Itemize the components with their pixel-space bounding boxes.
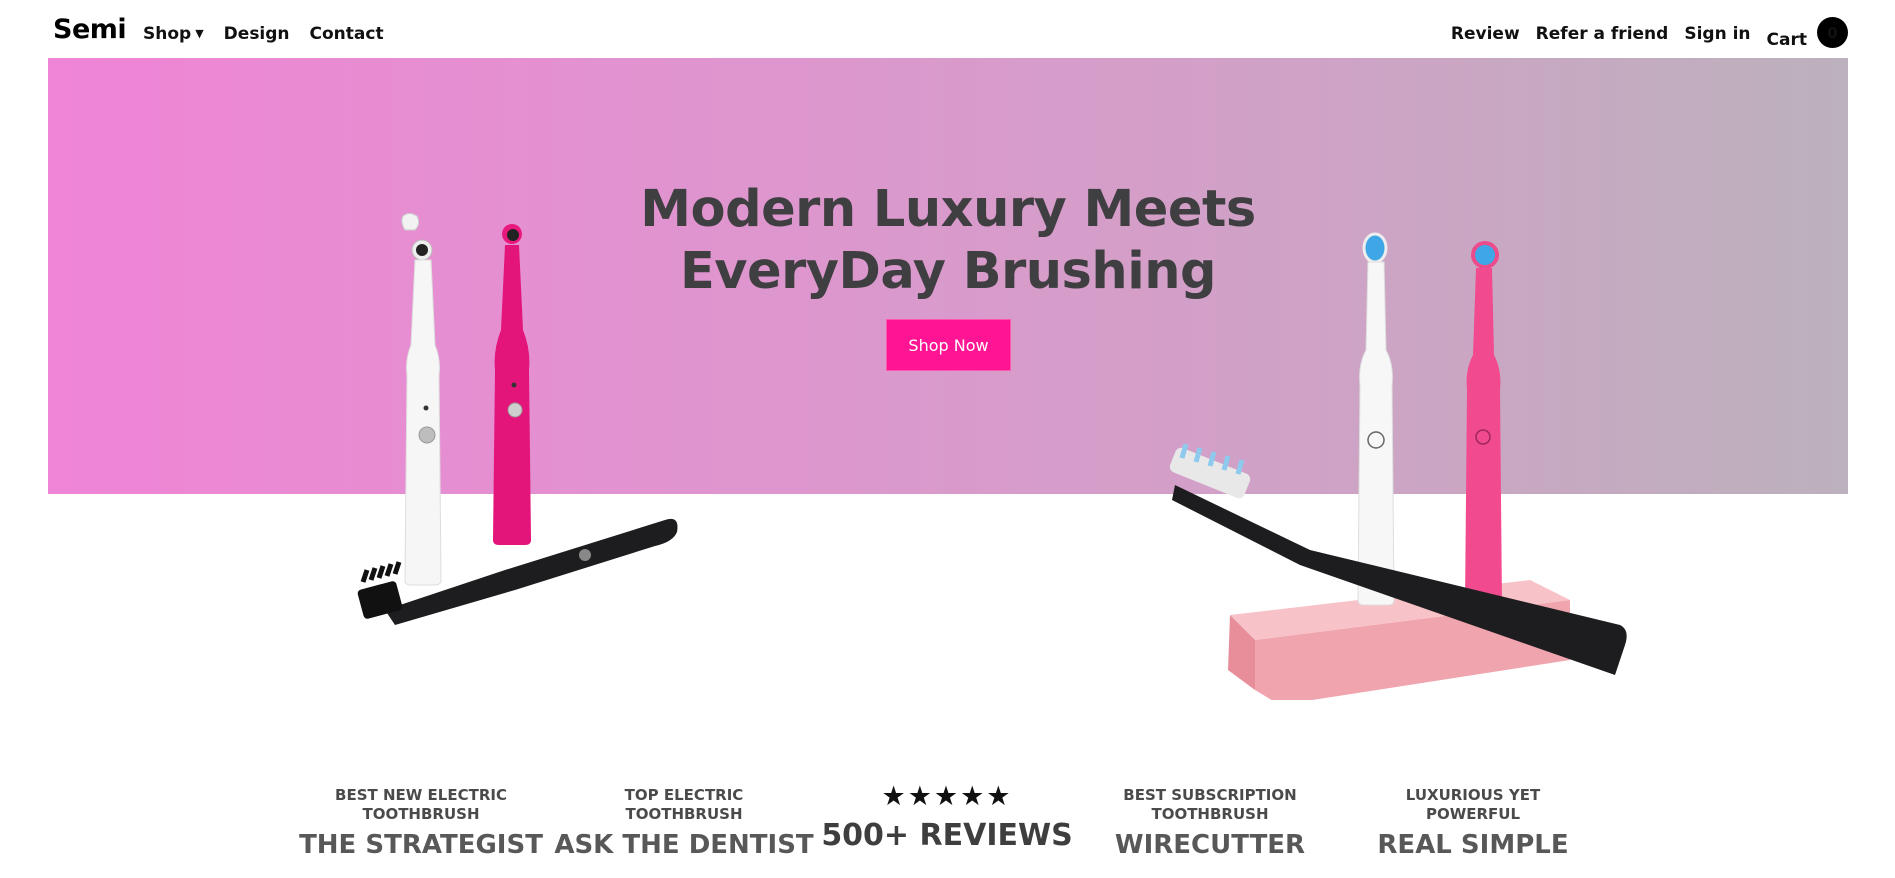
pink-toothbrush-icon (1465, 241, 1502, 610)
toothbrush-set-left-image (357, 213, 678, 625)
press-item-wirecutter: BEST SUBSCRIPTION TOOTHBRUSH WIRECUTTER (1115, 786, 1305, 860)
five-star-rating-icon: ★★★★★ (881, 781, 1013, 812)
reviews-count: 500+ REVIEWS (821, 818, 1073, 853)
press-subtitle-line1: TOP ELECTRIC (624, 786, 744, 804)
toothbrush-set-right-image (1170, 232, 1627, 700)
press-subtitle-line1: LUXURIOUS YET (1405, 786, 1541, 804)
shop-now-button[interactable]: Shop Now (886, 319, 1011, 371)
cart-count-badge: 0 (1817, 17, 1848, 48)
nav-review-link[interactable]: Review (1451, 24, 1520, 55)
press-subtitle-line2: TOOTHBRUSH (362, 805, 480, 823)
nav-shop-link[interactable]: Shop ▼ (143, 24, 204, 44)
press-item-ask-the-dentist: TOP ELECTRIC TOOTHBRUSH ASK THE DENTIST (554, 786, 813, 860)
press-item-real-simple: LUXURIOUS YET POWERFUL REAL SIMPLE (1377, 786, 1568, 860)
press-name: ASK THE DENTIST (554, 830, 814, 860)
press-subtitle-line2: TOOTHBRUSH (625, 805, 743, 823)
pink-toothbrush-icon (493, 224, 531, 545)
nav-refer-link[interactable]: Refer a friend (1536, 24, 1669, 55)
nav-shop-label: Shop (143, 24, 192, 44)
press-subtitle: TOP ELECTRIC TOOTHBRUSH (554, 786, 813, 824)
press-item-strategist: BEST NEW ELECTRIC TOOTHBRUSH THE STRATEG… (299, 786, 543, 860)
press-name: THE STRATEGIST (299, 830, 543, 860)
nav-right-menu: Review Refer a friend Sign in Cart 0 (1451, 17, 1895, 55)
site-logo[interactable]: Semi (53, 14, 127, 45)
nav-contact-link[interactable]: Contact (310, 24, 384, 44)
press-subtitle-line1: BEST SUBSCRIPTION (1123, 786, 1297, 804)
press-subtitle-line2: TOOTHBRUSH (1151, 805, 1269, 823)
top-navigation: Semi Shop ▼ Design Contact Review Refer a… (0, 0, 1895, 58)
white-toothbrush-icon (1357, 232, 1395, 606)
cart-label: Cart (1766, 29, 1807, 50)
press-item-reviews: ★★★★★ 500+ REVIEWS (821, 774, 1073, 854)
nav-signin-link[interactable]: Sign in (1684, 24, 1750, 55)
press-name: REAL SIMPLE (1377, 830, 1569, 860)
cart-button[interactable]: Cart 0 (1766, 17, 1848, 50)
nav-left-menu: Shop ▼ Design Contact (143, 24, 384, 44)
press-subtitle: BEST SUBSCRIPTION TOOTHBRUSH (1115, 786, 1305, 824)
nav-design-link[interactable]: Design (224, 24, 290, 44)
press-name: WIRECUTTER (1114, 830, 1306, 860)
press-subtitle: LUXURIOUS YET POWERFUL (1377, 786, 1568, 824)
white-toothbrush-icon (401, 213, 442, 586)
press-subtitle-line1: BEST NEW ELECTRIC (335, 786, 507, 804)
chevron-down-icon: ▼ (195, 27, 204, 40)
press-subtitle: BEST NEW ELECTRIC TOOTHBRUSH (299, 786, 543, 824)
press-subtitle-line2: POWERFUL (1425, 805, 1521, 823)
